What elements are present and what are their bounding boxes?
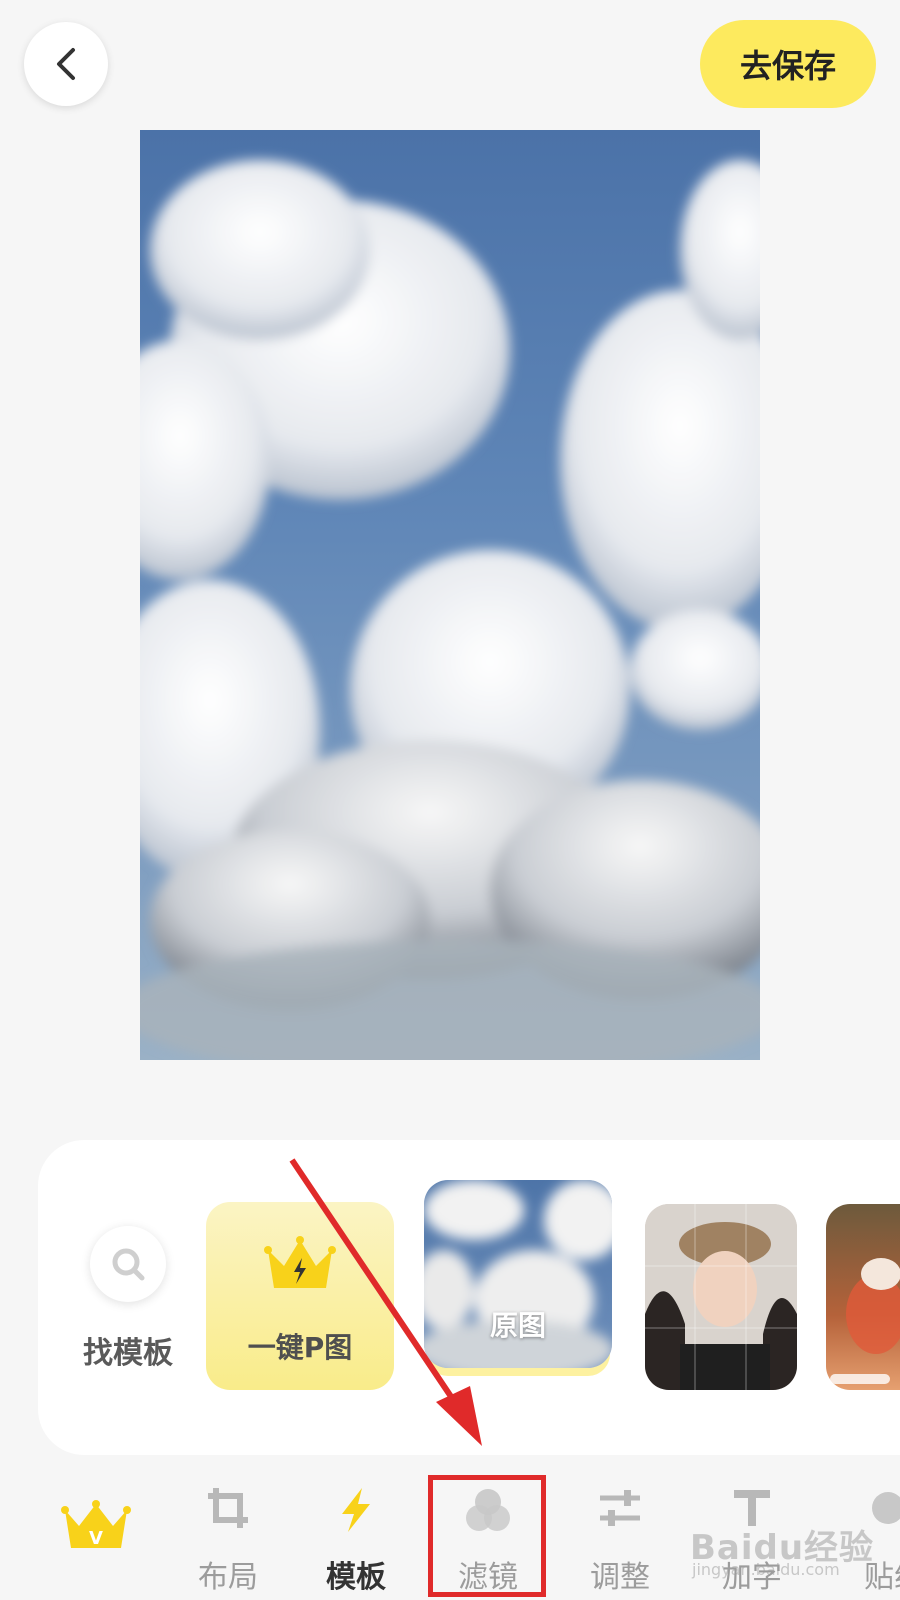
watermark-sub: jingyan.baidu.com (692, 1560, 840, 1579)
sliders-icon (600, 1490, 640, 1526)
crop-icon (208, 1488, 248, 1528)
tool-template[interactable]: 模板 (296, 1460, 416, 1600)
back-button[interactable] (24, 22, 108, 106)
template-panel: 找模板 一键P图 原图 (38, 1140, 900, 1455)
annotation-highlight-box (428, 1475, 546, 1597)
crown-lightning-icon (264, 1236, 336, 1288)
search-icon (112, 1248, 145, 1281)
template-thumbnail-food[interactable] (826, 1204, 900, 1390)
tool-template-label: 模板 (326, 1560, 386, 1595)
tool-vip[interactable]: V (36, 1460, 156, 1600)
tool-layout-label: 布局 (198, 1560, 258, 1595)
original-card[interactable]: 原图 (424, 1180, 612, 1368)
original-label: 原图 (489, 1309, 546, 1342)
lightning-icon (342, 1488, 370, 1532)
save-button[interactable]: 去保存 (700, 20, 876, 108)
find-template-label: 找模板 (83, 1336, 173, 1371)
onekey-edit-card[interactable]: 一键P图 (206, 1202, 394, 1390)
crown-v-icon: V (61, 1500, 131, 1549)
onekey-label: 一键P图 (247, 1331, 353, 1364)
find-template-button[interactable]: 找模板 (78, 1226, 178, 1372)
svg-text:V: V (89, 1528, 103, 1549)
chevron-left-icon (57, 48, 75, 80)
tool-layout[interactable]: 布局 (168, 1460, 288, 1600)
template-thumbnail-portrait[interactable] (645, 1204, 797, 1390)
tool-adjust[interactable]: 调整 (560, 1460, 680, 1600)
photo-canvas[interactable] (140, 130, 760, 1060)
tool-adjust-label: 调整 (590, 1560, 650, 1595)
